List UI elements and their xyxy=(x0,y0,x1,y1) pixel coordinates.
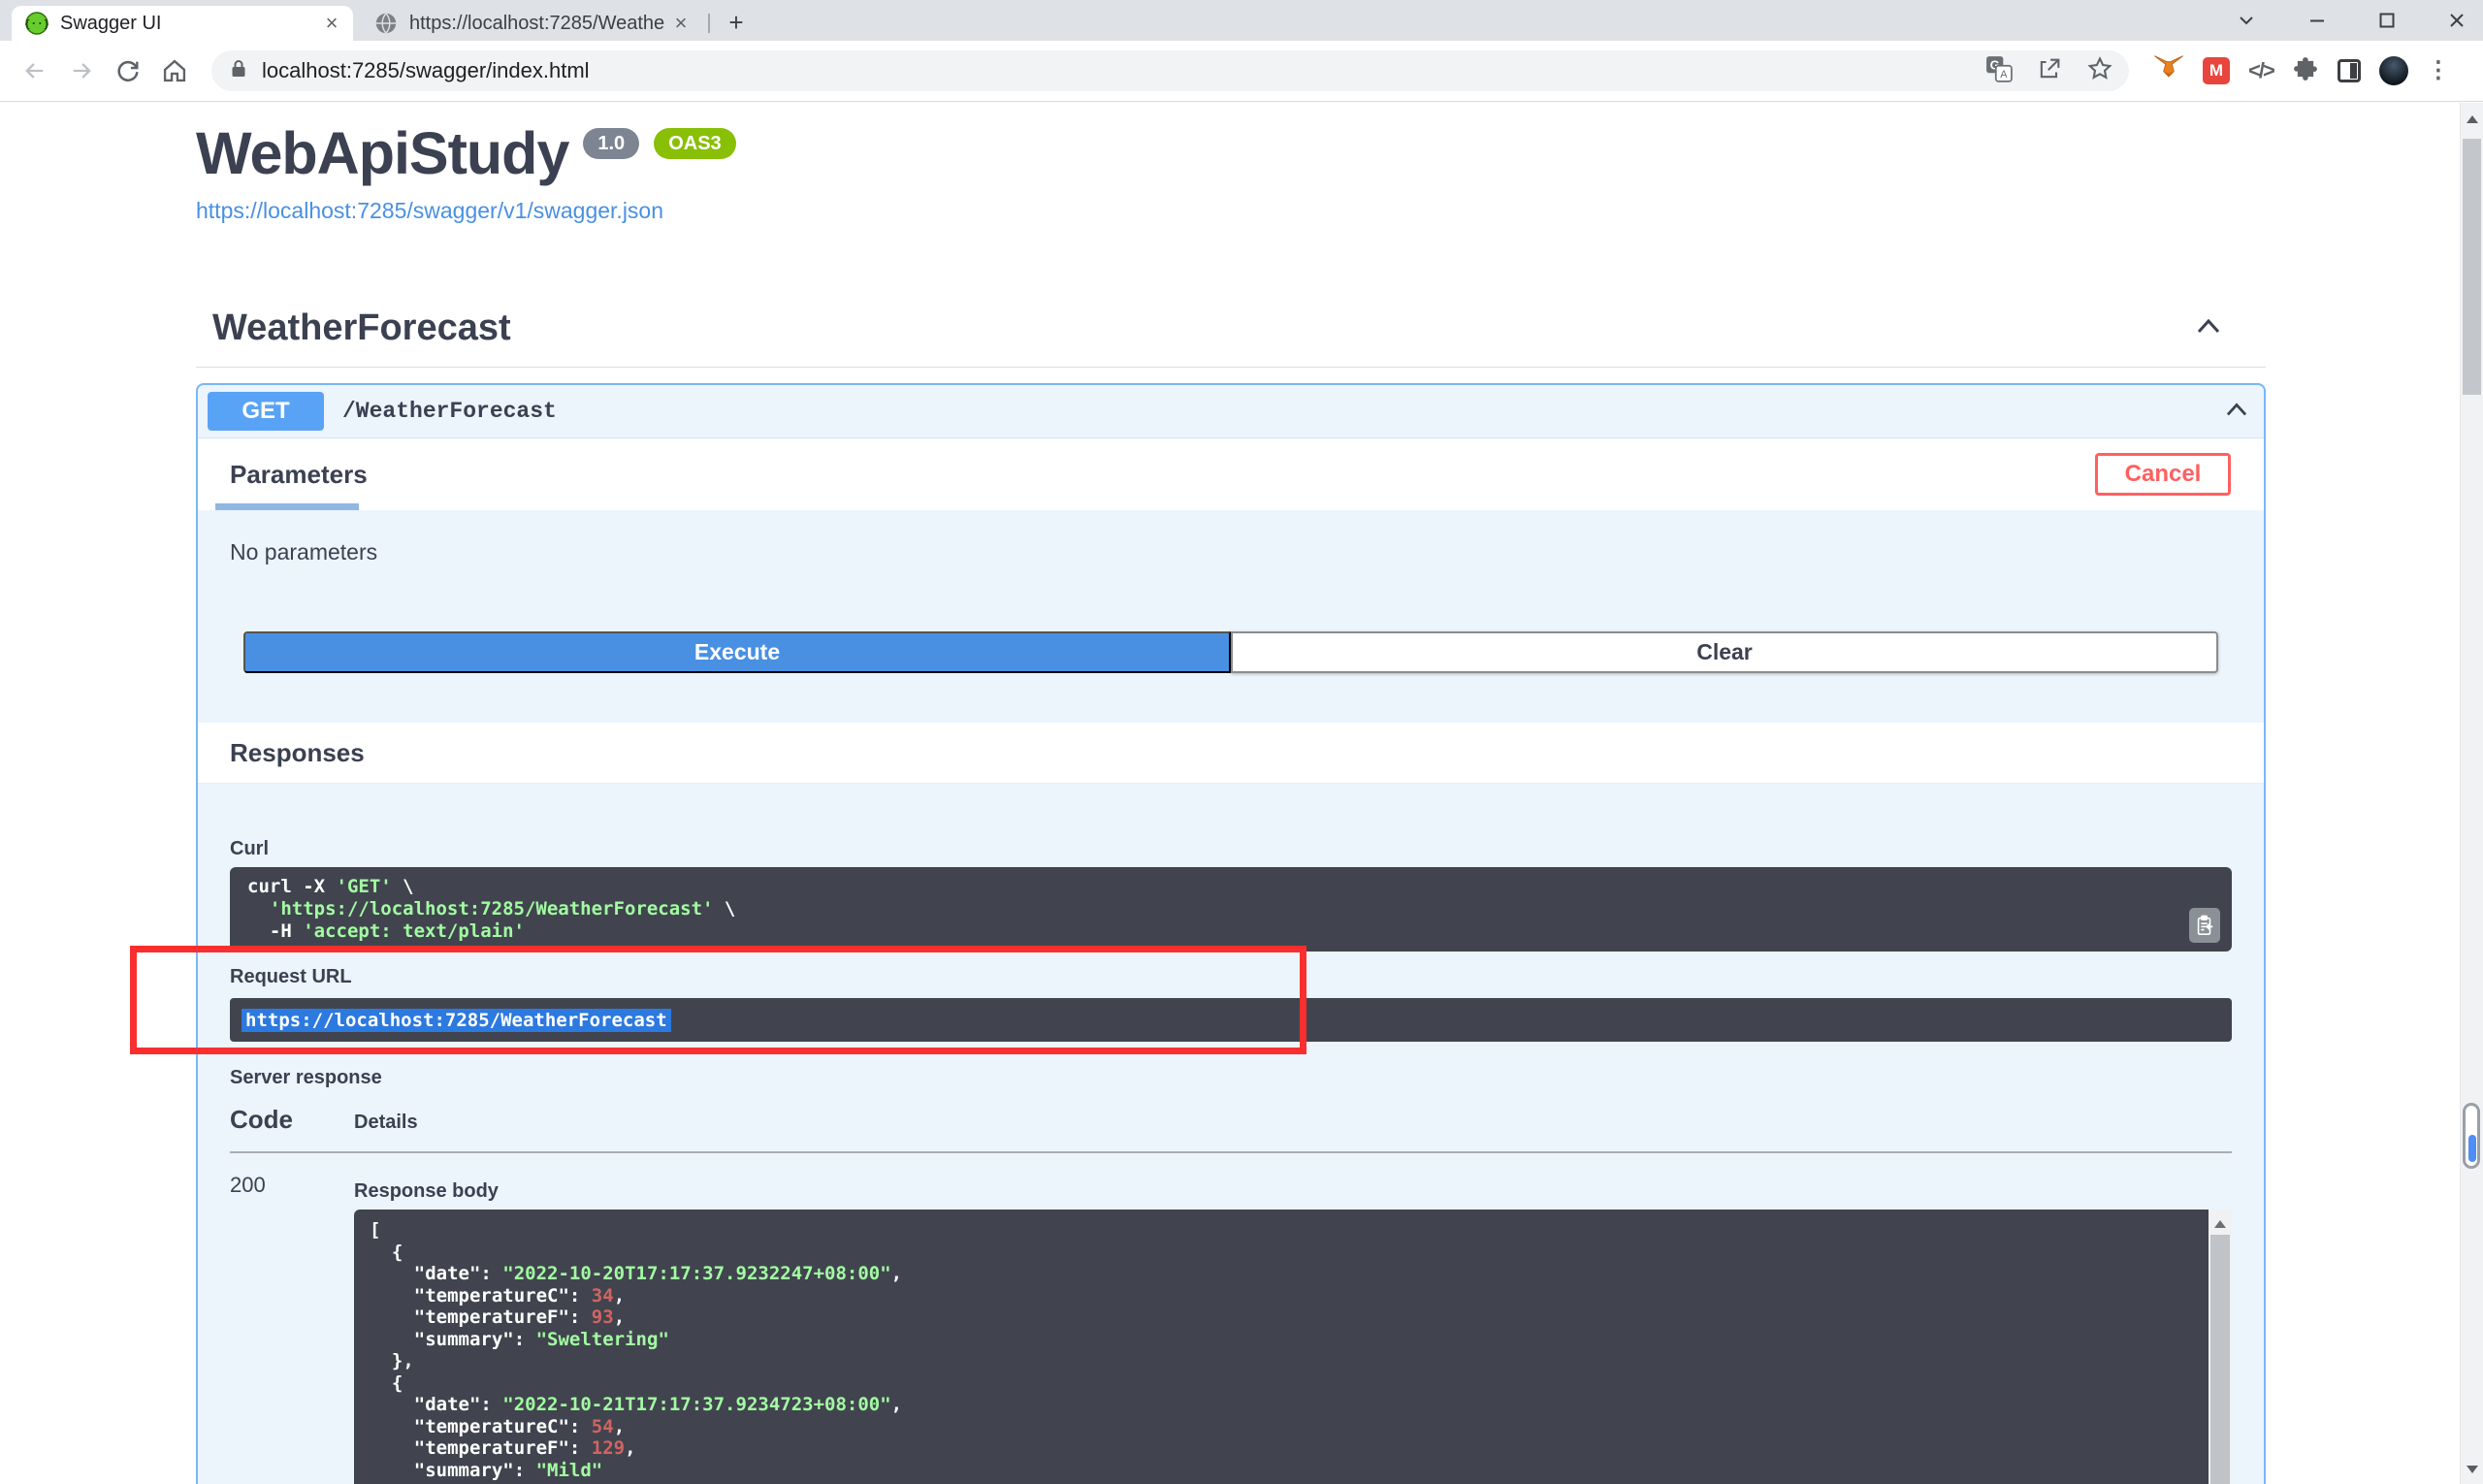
page-title: WebApiStudy xyxy=(196,124,568,183)
svg-text:{··}: {··} xyxy=(25,17,48,30)
curl-command-block[interactable]: curl -X 'GET' \ 'https://localhost:7285/… xyxy=(230,867,2232,952)
swagger-favicon-icon: {··} xyxy=(25,12,48,35)
tab-separator xyxy=(708,14,710,33)
forward-icon[interactable] xyxy=(62,51,101,90)
browser-toolbar: localhost:7285/swagger/index.html GA M <… xyxy=(0,41,2483,102)
code-column-header: Code xyxy=(230,1105,354,1135)
window-maximize-icon[interactable] xyxy=(2376,10,2398,31)
details-column-header: Details xyxy=(354,1112,418,1134)
endpoint-path: /WeatherForecast xyxy=(342,399,557,424)
url-text[interactable]: localhost:7285/swagger/index.html xyxy=(262,58,1985,83)
back-icon[interactable] xyxy=(16,51,54,90)
get-weatherforecast-opblock: GET /WeatherForecast Parameters Cancel N… xyxy=(196,383,2266,1484)
code-extension-icon[interactable]: </> xyxy=(2248,58,2273,83)
address-bar[interactable]: localhost:7285/swagger/index.html GA xyxy=(211,50,2129,91)
swagger-page: WebApiStudy 1.0 OAS3 https://localhost:7… xyxy=(0,103,2460,1484)
window-close-icon[interactable] xyxy=(2446,10,2467,31)
browser-menu-icon[interactable]: ⋮ xyxy=(2427,59,2450,82)
weatherforecast-section-header[interactable]: WeatherForecast xyxy=(196,307,2266,368)
share-icon[interactable] xyxy=(2036,55,2063,87)
extensions-puzzle-icon[interactable] xyxy=(2292,55,2319,87)
opblock-summary[interactable]: GET /WeatherForecast xyxy=(198,385,2264,438)
gmail-extension-icon[interactable]: M xyxy=(2203,57,2230,84)
status-code: 200 xyxy=(230,1171,354,1484)
window-dropdown-icon[interactable] xyxy=(2235,9,2258,32)
metamask-icon[interactable] xyxy=(2153,54,2184,88)
table-divider xyxy=(230,1151,2232,1153)
parameters-tab-underline xyxy=(215,503,359,510)
tab-title: https://localhost:7285/Weathe xyxy=(409,13,669,35)
scrollbar-thumb[interactable] xyxy=(2210,1235,2230,1484)
response-body-label: Response body xyxy=(354,1180,2232,1203)
version-badge: 1.0 xyxy=(583,128,639,159)
scroll-indicator-pill[interactable] xyxy=(2463,1103,2480,1169)
response-row-200: 200 Response body [ { "date": "2022-10-2… xyxy=(230,1171,2232,1484)
profile-avatar[interactable] xyxy=(2379,56,2408,85)
sidepanel-icon[interactable] xyxy=(2338,59,2361,82)
execute-button[interactable]: Execute xyxy=(243,631,1231,673)
page-scrollbar-thumb[interactable] xyxy=(2463,139,2481,395)
request-url-label: Request URL xyxy=(230,952,2232,988)
copy-to-clipboard-button[interactable] xyxy=(2189,908,2220,943)
home-icon[interactable] xyxy=(155,51,194,90)
oas3-badge: OAS3 xyxy=(654,128,735,159)
tab-title: Swagger UI xyxy=(60,13,320,35)
window-minimize-icon[interactable] xyxy=(2306,10,2328,31)
page-scrollbar-down-icon[interactable] xyxy=(2467,1461,2478,1478)
tab-swagger-ui[interactable]: {··} Swagger UI × xyxy=(12,6,353,41)
parameters-tab-row: Parameters Cancel xyxy=(198,438,2264,510)
swagger-json-link[interactable]: https://localhost:7285/swagger/v1/swagge… xyxy=(196,198,2266,224)
bookmark-star-icon[interactable] xyxy=(2086,55,2113,87)
responses-heading: Responses xyxy=(230,738,365,768)
request-url-block[interactable]: https://localhost:7285/WeatherForecast xyxy=(230,998,2232,1042)
lock-icon[interactable] xyxy=(229,58,248,84)
request-url-value: https://localhost:7285/WeatherForecast xyxy=(242,1009,671,1032)
server-response-label: Server response xyxy=(230,1042,2232,1089)
reload-icon[interactable] xyxy=(109,51,147,90)
section-collapse-chevron-icon[interactable] xyxy=(2194,315,2223,341)
curl-command-text: curl -X 'GET' \ 'https://localhost:7285/… xyxy=(247,876,2214,943)
translate-icon[interactable]: GA xyxy=(1985,55,2013,87)
tab-weatherforecast[interactable]: https://localhost:7285/Weathe × xyxy=(361,6,702,41)
section-title: WeatherForecast xyxy=(212,307,511,349)
tab-close-icon[interactable]: × xyxy=(669,12,693,35)
get-method-button: GET xyxy=(208,392,324,431)
cancel-button[interactable]: Cancel xyxy=(2095,453,2231,496)
no-parameters-text: No parameters xyxy=(198,510,2264,565)
browser-tab-bar: {··} Swagger UI × https://localhost:7285… xyxy=(0,0,2483,41)
tab-parameters[interactable]: Parameters xyxy=(230,460,368,490)
response-body-scrollbar[interactable] xyxy=(2209,1210,2232,1484)
tab-close-icon[interactable]: × xyxy=(320,12,343,35)
scroll-indicator-thumb xyxy=(2468,1135,2476,1162)
scrollbar-up-arrow-icon[interactable] xyxy=(2214,1215,2226,1233)
svg-text:A: A xyxy=(2000,69,2008,81)
globe-icon xyxy=(374,12,398,35)
opblock-collapse-chevron-icon[interactable] xyxy=(2223,400,2250,424)
page-scrollbar-up-icon[interactable] xyxy=(2467,111,2478,128)
response-body-json: [ { "date": "2022-10-20T17:17:37.9232247… xyxy=(370,1219,2193,1484)
new-tab-button[interactable]: + xyxy=(720,6,753,39)
clear-button[interactable]: Clear xyxy=(1231,631,2218,673)
curl-label: Curl xyxy=(230,784,2232,860)
page-scrollbar[interactable] xyxy=(2460,103,2483,1484)
response-body-block[interactable]: [ { "date": "2022-10-20T17:17:37.9232247… xyxy=(354,1210,2209,1484)
